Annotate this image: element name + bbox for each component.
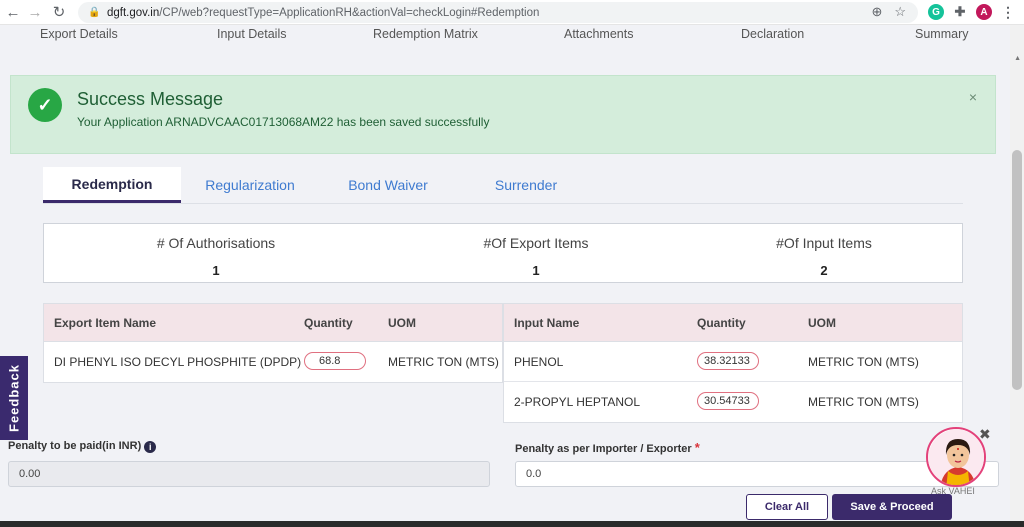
step-attachments[interactable]: Attachments bbox=[564, 27, 633, 41]
step-input-details[interactable]: Input Details bbox=[217, 27, 286, 41]
required-asterisk: * bbox=[694, 440, 700, 455]
taskbar-strip bbox=[0, 521, 1024, 527]
matrix-tabs: Redemption Regularization Bond Waiver Su… bbox=[43, 167, 963, 204]
col-input-name: Input Name bbox=[514, 316, 580, 330]
scrollbar-thumb[interactable] bbox=[1012, 150, 1022, 390]
table-row: PHENOL 38.32133 METRIC TON (MTS) bbox=[504, 342, 962, 382]
browser-menu-icon[interactable]: ⋮ bbox=[1000, 4, 1016, 20]
stat-input-items-label: #Of Input Items bbox=[776, 235, 872, 251]
save-proceed-button[interactable]: Save & Proceed bbox=[832, 494, 952, 520]
penalty-paid-field: 0.00 bbox=[8, 461, 490, 487]
col-uom: UOM bbox=[808, 316, 836, 330]
col-export-item-name: Export Item Name bbox=[54, 316, 157, 330]
info-icon[interactable]: i bbox=[144, 441, 157, 453]
bookmark-star-icon[interactable]: ☆ bbox=[894, 4, 906, 20]
quantity-input[interactable]: 68.8 bbox=[304, 352, 366, 370]
penalty-importer-label-text: Penalty as per Importer / Exporter bbox=[515, 443, 692, 455]
back-arrow-icon[interactable]: ← bbox=[2, 1, 24, 23]
export-items-table: Export Item Name Quantity UOM DI PHENYL … bbox=[43, 303, 503, 383]
assistant-label: Ask VAHEI bbox=[931, 486, 975, 496]
browser-toolbar: ← → ↻ 🔒 dgft.gov.in/CP/web?requestType=A… bbox=[0, 0, 1024, 25]
tab-surrender[interactable]: Surrender bbox=[481, 167, 571, 203]
table-header: Input Name Quantity UOM bbox=[504, 304, 962, 342]
zoom-icon[interactable]: ⊕ bbox=[871, 4, 882, 20]
table-row: 2-PROPYL HEPTANOL 30.54733 METRIC TON (M… bbox=[504, 382, 962, 422]
scroll-up-icon[interactable]: ▲ bbox=[1014, 55, 1021, 62]
forward-arrow-icon[interactable]: → bbox=[24, 1, 46, 23]
col-uom: UOM bbox=[388, 316, 416, 330]
export-item-name: DI PHENYL ISO DECYL PHOSPHITE (DPDP) bbox=[54, 355, 302, 369]
table-row: DI PHENYL ISO DECYL PHOSPHITE (DPDP) 68.… bbox=[44, 342, 502, 382]
clear-all-button[interactable]: Clear All bbox=[746, 494, 828, 520]
grammarly-extension-icon[interactable]: G bbox=[928, 4, 944, 20]
stat-export-items-label: #Of Export Items bbox=[483, 235, 589, 251]
uom-value: METRIC TON (MTS) bbox=[808, 395, 919, 409]
penalty-paid-label-text: Penalty to be paid(in INR) bbox=[8, 440, 142, 452]
stat-export-items-value: 1 bbox=[532, 263, 540, 278]
tab-bond-waiver[interactable]: Bond Waiver bbox=[335, 167, 441, 203]
stat-authorisations-label: # Of Authorisations bbox=[156, 235, 276, 251]
uom-value: METRIC TON (MTS) bbox=[388, 355, 499, 369]
col-quantity: Quantity bbox=[304, 316, 353, 330]
success-alert: ✓ Success Message Your Application ARNAD… bbox=[10, 75, 996, 154]
step-summary[interactable]: Summary bbox=[915, 27, 968, 41]
col-quantity: Quantity bbox=[697, 316, 746, 330]
alert-message: Your Application ARNADVCAAC01713068AM22 … bbox=[77, 115, 490, 129]
alert-title: Success Message bbox=[77, 89, 224, 109]
close-icon[interactable]: × bbox=[969, 89, 977, 105]
input-name: PHENOL bbox=[514, 355, 564, 369]
address-bar[interactable]: 🔒 dgft.gov.in/CP/web?requestType=Applica… bbox=[78, 2, 918, 23]
step-redemption-matrix[interactable]: Redemption Matrix bbox=[373, 27, 478, 41]
reload-icon[interactable]: ↻ bbox=[48, 1, 70, 23]
url-path: /CP/web?requestType=ApplicationRH&action… bbox=[159, 6, 540, 19]
quantity-input[interactable]: 38.32133 bbox=[697, 352, 759, 370]
step-export-details[interactable]: Export Details bbox=[40, 27, 118, 41]
check-circle-icon: ✓ bbox=[28, 88, 62, 122]
extensions-puzzle-icon[interactable]: ✚ bbox=[952, 4, 968, 20]
lock-icon: 🔒 bbox=[88, 7, 101, 18]
feedback-tab[interactable]: Feedback bbox=[0, 356, 28, 440]
input-items-table: Input Name Quantity UOM PHENOL 38.32133 … bbox=[503, 303, 963, 423]
close-icon[interactable]: ✖ bbox=[979, 427, 991, 441]
stat-input-items-value: 2 bbox=[820, 263, 828, 278]
quantity-input[interactable]: 30.54733 bbox=[697, 392, 759, 410]
table-header: Export Item Name Quantity UOM bbox=[44, 304, 502, 342]
penalty-paid-label: Penalty to be paid(in INR) i bbox=[8, 440, 157, 453]
application-steps-nav: Export Details Input Details Redemption … bbox=[0, 25, 1010, 47]
step-declaration[interactable]: Declaration bbox=[741, 27, 804, 41]
summary-stats: # Of Authorisations 1 #Of Export Items 1… bbox=[43, 223, 963, 283]
tab-regularization[interactable]: Regularization bbox=[193, 167, 307, 203]
penalty-importer-label: Penalty as per Importer / Exporter * bbox=[515, 440, 700, 455]
uom-value: METRIC TON (MTS) bbox=[808, 355, 919, 369]
stat-authorisations-value: 1 bbox=[212, 263, 220, 278]
chatbot-avatar[interactable] bbox=[926, 427, 986, 487]
tab-redemption[interactable]: Redemption bbox=[43, 167, 181, 203]
profile-avatar[interactable]: A bbox=[976, 4, 992, 20]
url-host: dgft.gov.in bbox=[107, 6, 160, 19]
input-name: 2-PROPYL HEPTANOL bbox=[514, 395, 641, 409]
